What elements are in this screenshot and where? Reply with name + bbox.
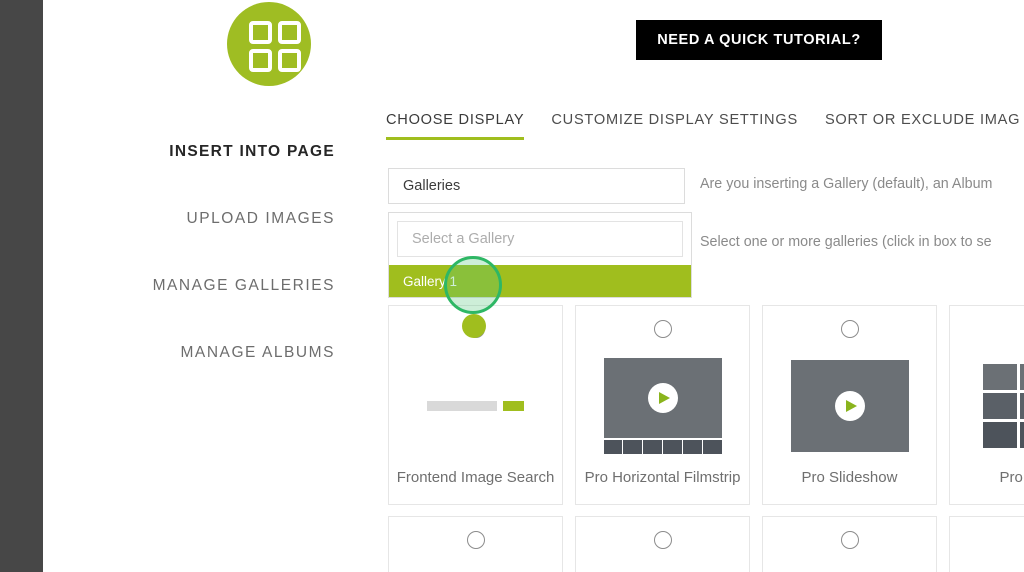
grid-cell [982, 393, 1017, 419]
logo-square-top-left [249, 21, 272, 44]
search-bar-thumb [427, 352, 524, 460]
gallery-search-input[interactable]: Select a Gallery [397, 221, 683, 257]
radio-icon[interactable] [840, 320, 859, 338]
gallery-option-gallery-1[interactable]: Gallery 1 [389, 265, 691, 297]
quick-tutorial-button[interactable]: NEED A QUICK TUTORIAL? [636, 20, 882, 60]
search-field-shape [427, 401, 497, 411]
display-row-2 [388, 516, 1024, 572]
display-card-pro-horizontal-filmstrip[interactable]: Pro Horizontal Filmstrip [575, 305, 750, 505]
grid-cell [1019, 393, 1024, 419]
display-card-pro-thumbnail-grid[interactable]: Pro Thumb [949, 305, 1024, 505]
app-window: INSERT INTO PAGE UPLOAD IMAGES MANAGE GA… [0, 0, 1024, 572]
gallery-multiselect[interactable]: Select a Gallery Gallery 1 [388, 212, 692, 298]
grid-cell [982, 364, 1017, 390]
display-card-label: Pro Thumb [999, 469, 1024, 486]
tab-customize-display-settings[interactable]: CUSTOMIZE DISPLAY SETTINGS [551, 112, 798, 140]
radio-icon[interactable] [653, 531, 672, 549]
radio-icon[interactable] [840, 531, 859, 549]
sidebar: INSERT INTO PAGE UPLOAD IMAGES MANAGE GA… [43, 0, 380, 572]
bar-and-button-thumb [800, 563, 900, 572]
tab-sort-or-exclude-images[interactable]: SORT OR EXCLUDE IMAG [825, 112, 1020, 140]
filmstrip-cell [643, 440, 662, 454]
filmstrip-cell [663, 440, 682, 454]
display-card-frontend-image-search[interactable]: Frontend Image Search [388, 305, 563, 505]
logo-square-bottom-left [249, 49, 272, 72]
filmstrip-cell [623, 440, 642, 454]
logo-square-top-right [278, 21, 301, 44]
display-card-row2-3[interactable] [762, 516, 937, 572]
sidebar-nav: INSERT INTO PAGE UPLOAD IMAGES MANAGE GA… [43, 140, 380, 408]
display-type-grid: Frontend Image Search Pro Horizontal Fil… [388, 305, 1024, 572]
filmstrip-shape [603, 440, 722, 454]
app-logo [223, 2, 315, 86]
source-type-select[interactable]: Galleries [388, 168, 685, 204]
sidebar-item-insert-into-page[interactable]: INSERT INTO PAGE [43, 140, 380, 164]
display-card-label: Frontend Image Search [396, 469, 555, 486]
three-panel-thumb [412, 563, 540, 572]
video-filmstrip-thumb [603, 352, 722, 460]
thumbnail-grid-thumb [982, 352, 1024, 460]
source-type-help-text: Are you inserting a Gallery (default), a… [700, 176, 993, 192]
radio-icon[interactable] [466, 531, 485, 549]
gallery-help-text: Select one or more galleries (click in b… [700, 234, 992, 250]
two-panel-thumb [982, 563, 1024, 572]
display-card-label: Pro Slideshow [801, 469, 898, 486]
video-preview-shape [603, 358, 722, 438]
radio-icon[interactable] [653, 320, 672, 338]
play-icon [834, 391, 865, 421]
play-icon [647, 383, 678, 413]
display-card-row2-4[interactable] [949, 516, 1024, 572]
sidebar-item-manage-galleries[interactable]: MANAGE GALLERIES [43, 274, 380, 298]
sidebar-item-upload-images[interactable]: UPLOAD IMAGES [43, 207, 380, 231]
logo-square-bottom-right [278, 49, 301, 72]
display-card-pro-slideshow[interactable]: Pro Slideshow [762, 305, 937, 505]
grid-cell [1019, 422, 1024, 448]
display-card-label: Pro Horizontal Filmstrip [584, 469, 741, 486]
left-dark-rail [0, 0, 43, 572]
grid-cell [1019, 364, 1024, 390]
four-squares-grid-icon [227, 2, 311, 86]
tab-choose-display[interactable]: CHOOSE DISPLAY [386, 112, 525, 140]
wide-bar-thumb [604, 563, 722, 572]
display-card-row2-1[interactable] [388, 516, 563, 572]
slideshow-preview-shape [790, 360, 909, 452]
filmstrip-cell [703, 440, 722, 454]
search-button-shape [503, 401, 524, 411]
filmstrip-cell [603, 440, 622, 454]
grid-cell [982, 422, 1017, 448]
radio-icon[interactable] [466, 320, 485, 338]
video-slideshow-thumb [790, 352, 909, 460]
main-content: NEED A QUICK TUTORIAL? CHOOSE DISPLAY CU… [380, 0, 1024, 572]
display-card-row2-2[interactable] [575, 516, 750, 572]
tab-bar: CHOOSE DISPLAY CUSTOMIZE DISPLAY SETTING… [386, 112, 1024, 140]
display-row-1: Frontend Image Search Pro Horizontal Fil… [388, 305, 1024, 505]
filmstrip-cell [683, 440, 702, 454]
sidebar-item-manage-albums[interactable]: MANAGE ALBUMS [43, 341, 380, 365]
